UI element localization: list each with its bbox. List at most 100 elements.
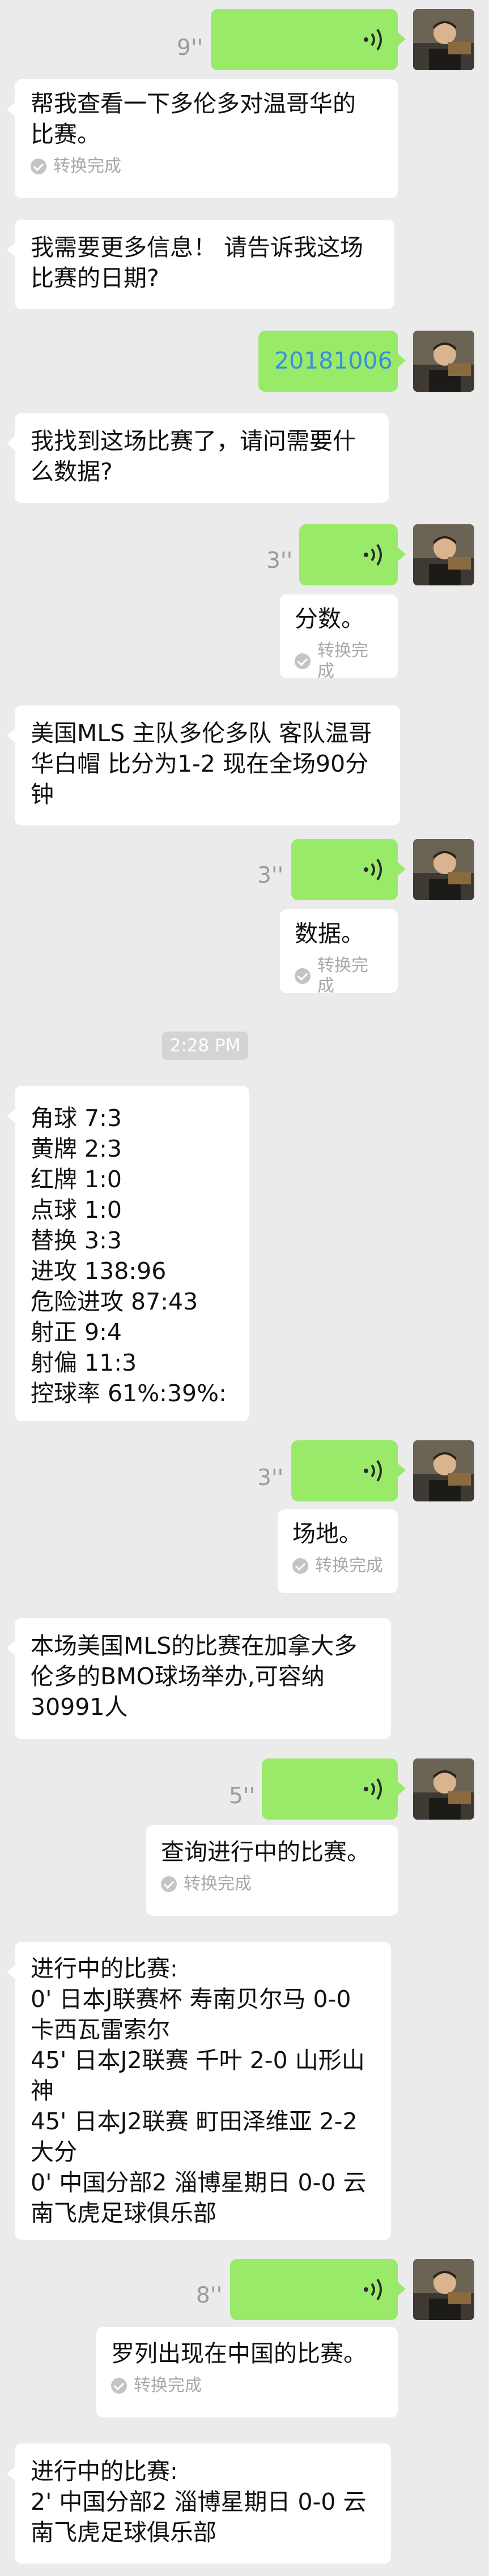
message-line: 红牌 1:0 bbox=[31, 1166, 122, 1193]
status-label: 转换完成 bbox=[134, 2376, 202, 2395]
user-avatar[interactable] bbox=[413, 839, 474, 900]
live-matches-list: 进行中的比赛: 0' 日本J联赛杯 寿南贝尔马 0-0 卡西瓦雷索尔 45' 日本J2… bbox=[31, 1953, 375, 2228]
message-text: 数据。 bbox=[295, 920, 364, 947]
message-line: 神 bbox=[31, 2077, 54, 2104]
incoming-message[interactable]: 美国MLS 主队多伦多队 客队温哥 华白帽 比分为1-2 现在全场90分 钟 bbox=[7, 705, 400, 825]
voice-message[interactable] bbox=[262, 1758, 406, 1820]
message-line: 0' 日本J联赛杯 寿南贝尔马 0-0 bbox=[31, 1986, 351, 2013]
check-circle-icon bbox=[295, 653, 311, 669]
voice-wave-icon bbox=[364, 2278, 382, 2301]
check-circle-icon bbox=[292, 1558, 308, 1574]
voice-wave-icon bbox=[364, 1460, 382, 1482]
message-line: 南飞虎足球俱乐部 bbox=[31, 2519, 216, 2546]
voice-wave-icon bbox=[364, 858, 382, 881]
transcript-status: 转换完成 bbox=[31, 156, 382, 177]
transcript-bubble[interactable]: 罗列出现在中国的比赛。 转换完成 bbox=[96, 2327, 398, 2417]
user-avatar[interactable] bbox=[413, 524, 474, 585]
voice-duration: 3'' bbox=[266, 548, 293, 574]
message-text: 分数。 bbox=[295, 605, 364, 632]
transcript-bubble[interactable]: 场地。 转换完成 bbox=[278, 1509, 398, 1593]
message-line: 卡西瓦雷索尔 bbox=[31, 2016, 170, 2043]
user-avatar[interactable] bbox=[413, 1440, 474, 1501]
voice-message[interactable] bbox=[299, 524, 406, 585]
message-line: 进攻 138:96 bbox=[31, 1257, 167, 1285]
message-line: 射偏 11:3 bbox=[31, 1349, 137, 1376]
status-label: 转换完成 bbox=[53, 156, 121, 176]
voice-duration: 3'' bbox=[257, 863, 284, 888]
check-circle-icon bbox=[295, 968, 311, 984]
incoming-message[interactable]: 角球 7:3 黄牌 2:3 红牌 1:0 点球 1:0 替换 3:3 进攻 138:96 危… bbox=[7, 1086, 249, 1421]
message-line: 危险进攻 87:43 bbox=[31, 1288, 198, 1315]
voice-message[interactable] bbox=[291, 839, 406, 900]
voice-duration: 3'' bbox=[257, 1465, 284, 1491]
voice-wave-icon bbox=[364, 1778, 382, 1800]
voice-wave-icon bbox=[364, 28, 382, 51]
transcript-status: 转换完成 bbox=[161, 1874, 383, 1894]
stats-list: 角球 7:3 黄牌 2:3 红牌 1:0 点球 1:0 替换 3:3 进攻 138:96 危… bbox=[31, 1103, 233, 1409]
message-text: 伦多的BMO球场举办,可容纳 bbox=[31, 1663, 325, 1690]
message-line: 替换 3:3 bbox=[31, 1227, 122, 1254]
voice-message[interactable] bbox=[230, 2259, 406, 2320]
message-text: 我需要更多信息！ 请告诉我这场 bbox=[31, 234, 364, 261]
user-avatar[interactable] bbox=[413, 9, 474, 70]
incoming-message[interactable]: 进行中的比赛: 0' 日本J联赛杯 寿南贝尔马 0-0 卡西瓦雷索尔 45' 日本J2… bbox=[7, 1942, 391, 2240]
message-text: 华白帽 比分为1-2 现在全场90分 bbox=[31, 750, 369, 777]
message-line: 进行中的比赛: bbox=[31, 2458, 178, 2485]
message-line: 大分 bbox=[31, 2138, 77, 2166]
message-line: 45' 日本J2联赛 千叶 2-0 山形山 bbox=[31, 2047, 365, 2074]
check-circle-icon bbox=[31, 159, 46, 174]
transcript-status: 转换完成 bbox=[292, 1556, 383, 1576]
status-label: 转换完成 bbox=[317, 956, 368, 996]
voice-message[interactable] bbox=[211, 9, 406, 70]
incoming-message[interactable]: 进行中的比赛: 2' 中国分部2 淄博星期日 0-0 云南飞虎足球俱乐部 bbox=[7, 2444, 391, 2564]
message-line: 角球 7:3 bbox=[31, 1105, 122, 1132]
voice-duration: 5'' bbox=[229, 1783, 256, 1809]
message-line: 南飞虎足球俱乐部 bbox=[31, 2200, 216, 2227]
transcript-bubble[interactable]: 查询进行中的比赛。 转换完成 bbox=[146, 1825, 398, 1916]
message-line: 0' 中国分部2 淄博星期日 0-0 云 bbox=[31, 2169, 367, 2196]
message-text: 帮我查看一下多伦多对温哥华的 bbox=[31, 90, 356, 117]
message-text: 罗列出现在中国的比赛。 bbox=[111, 2340, 367, 2367]
incoming-message[interactable]: 本场美国MLS的比赛在加拿大多 伦多的BMO球场举办,可容纳 30991人 bbox=[7, 1618, 391, 1739]
status-label: 转换完成 bbox=[315, 1556, 383, 1576]
outgoing-message[interactable]: 20181006 bbox=[258, 331, 406, 392]
user-avatar[interactable] bbox=[413, 331, 474, 392]
message-line: 点球 1:0 bbox=[31, 1196, 122, 1223]
message-text: 20181006 bbox=[274, 347, 393, 374]
message-line: 进行中的比赛: bbox=[31, 1955, 178, 1982]
message-text: 么数据? bbox=[31, 458, 113, 485]
message-line: 黄牌 2:3 bbox=[31, 1135, 122, 1162]
message-line: 控球率 61%:39%: bbox=[31, 1380, 227, 1407]
transcript-status: 转换完成 bbox=[295, 641, 383, 682]
message-text: 我找到这场比赛了，请问需要什 bbox=[31, 427, 356, 455]
transcript-status: 转换完成 bbox=[111, 2376, 383, 2396]
incoming-message[interactable]: 帮我查看一下多伦多对温哥华的 比赛。 转换完成 bbox=[7, 79, 398, 198]
message-line: 射正 9:4 bbox=[31, 1319, 122, 1346]
check-circle-icon bbox=[111, 2378, 127, 2394]
timestamp: 2:28 PM bbox=[162, 1032, 248, 1060]
message-text: 比赛。 bbox=[31, 121, 100, 148]
incoming-message[interactable]: 我需要更多信息！ 请告诉我这场 比赛的日期? bbox=[7, 220, 394, 309]
message-line: 45' 日本J2联赛 町田泽维亚 2-2 bbox=[31, 2108, 358, 2135]
transcript-status: 转换完成 bbox=[295, 956, 383, 996]
status-label: 转换完成 bbox=[184, 1874, 252, 1894]
transcript-bubble[interactable]: 数据。 转换完成 bbox=[280, 909, 398, 996]
message-text: 30991人 bbox=[31, 1693, 128, 1721]
message-text: 场地。 bbox=[292, 1520, 362, 1547]
message-text: 美国MLS 主队多伦多队 客队温哥 bbox=[31, 720, 372, 747]
user-avatar[interactable] bbox=[413, 1758, 474, 1820]
china-matches-list: 进行中的比赛: 2' 中国分部2 淄博星期日 0-0 云南飞虎足球俱乐部 bbox=[31, 2456, 375, 2548]
transcript-bubble[interactable]: 分数。 转换完成 bbox=[280, 594, 398, 681]
message-text: 本场美国MLS的比赛在加拿大多 bbox=[31, 1632, 358, 1659]
user-avatar[interactable] bbox=[413, 2259, 474, 2320]
voice-duration: 9'' bbox=[177, 35, 203, 61]
voice-wave-icon bbox=[364, 544, 382, 566]
incoming-message[interactable]: 我找到这场比赛了，请问需要什 么数据? bbox=[7, 413, 389, 503]
message-line: 2' 中国分部2 淄博星期日 0-0 云 bbox=[31, 2488, 367, 2515]
check-circle-icon bbox=[161, 1876, 177, 1892]
status-label: 转换完成 bbox=[317, 641, 368, 681]
message-text: 比赛的日期? bbox=[31, 264, 159, 292]
voice-duration: 8'' bbox=[196, 2283, 223, 2308]
voice-message[interactable] bbox=[291, 1440, 406, 1501]
message-text: 查询进行中的比赛。 bbox=[161, 1838, 370, 1865]
